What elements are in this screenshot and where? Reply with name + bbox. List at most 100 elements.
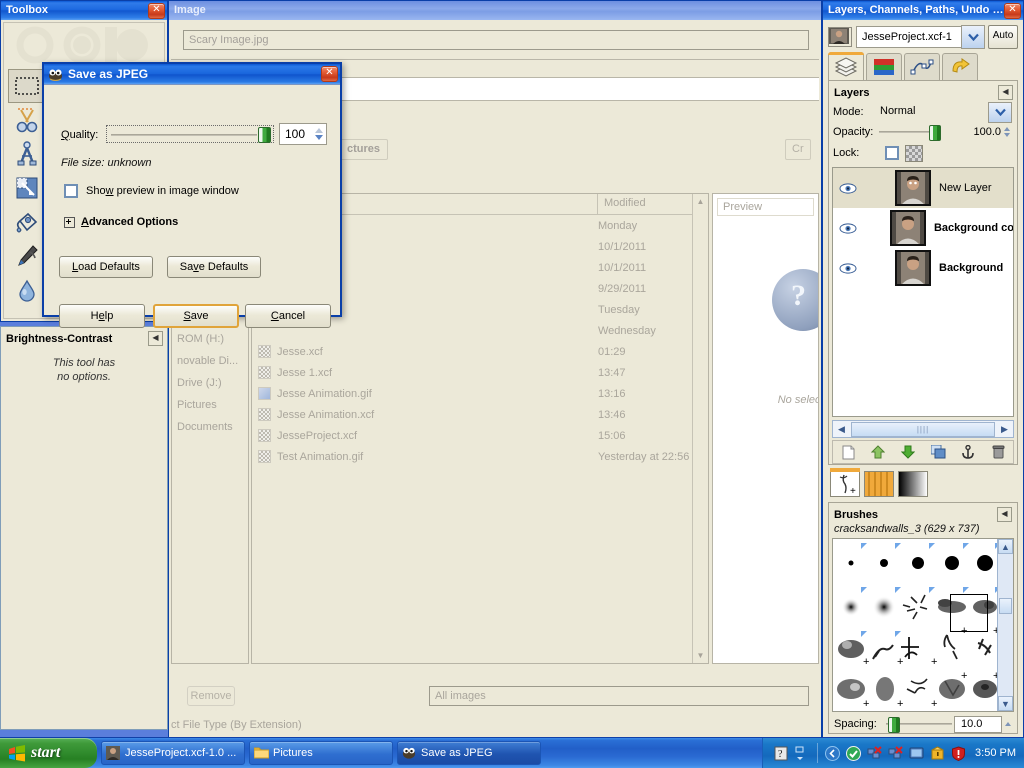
tray-expander-icon[interactable] <box>795 746 810 761</box>
chevron-down-icon[interactable] <box>988 101 1012 123</box>
taskbar-item-pictures[interactable]: Pictures <box>249 741 393 765</box>
show-preview-row[interactable]: Show preview in image window <box>64 184 239 198</box>
show-preview-checkbox[interactable] <box>64 184 78 198</box>
spacing-slider[interactable] <box>886 716 954 733</box>
save-as-jpeg-dialog[interactable]: Save as JPEG ✕ Quality: 100 File size: u… <box>42 62 342 328</box>
tab-undo[interactable] <box>942 53 978 80</box>
place-item[interactable]: Drive (J:) <box>172 372 248 394</box>
filename-input[interactable] <box>183 30 809 50</box>
scroll-up-icon[interactable]: ▲ <box>693 194 708 209</box>
measure-tool[interactable] <box>8 137 46 171</box>
taskbar-item-gimp-image[interactable]: JesseProject.xcf-1.0 ... <box>101 741 245 765</box>
table-row[interactable]: Test Animation.gif Yesterday at 22:56 <box>252 446 708 467</box>
scroll-right-icon[interactable]: ▶ <box>996 422 1013 436</box>
dock-menu-icon[interactable]: ◀ <box>997 507 1012 522</box>
network-disconnected-icon-2[interactable] <box>888 745 903 761</box>
advanced-options-expander[interactable]: Advanced Options <box>64 216 178 228</box>
security-alert-icon[interactable] <box>951 745 966 761</box>
table-row[interactable]: Jesse Animation.gif 13:16 <box>252 383 708 404</box>
expander-plus-icon[interactable] <box>64 216 75 228</box>
rect-select-tool[interactable] <box>8 69 46 103</box>
layer-list-hscrollbar[interactable]: ◀ |||| ▶ <box>832 420 1014 438</box>
layer-row[interactable]: Background <box>833 248 1013 288</box>
layers-dock-titlebar[interactable]: Layers, Channels, Paths, Undo -... ✕ <box>823 1 1023 20</box>
place-item[interactable]: novable Di... <box>172 350 248 372</box>
jpeg-dialog-titlebar[interactable]: Save as JPEG ✕ <box>44 64 340 84</box>
place-item[interactable]: ROM (H:) <box>172 328 248 350</box>
quality-spinner[interactable] <box>312 124 326 144</box>
load-defaults-button[interactable]: Load Defaults <box>59 256 153 278</box>
table-row[interactable]: Jesse 1.xcf 13:47 <box>252 362 708 383</box>
dock-menu-icon[interactable]: ◀ <box>998 85 1013 100</box>
spacing-value[interactable]: 10.0 <box>954 715 1002 733</box>
close-icon[interactable]: ✕ <box>148 2 165 19</box>
anchor-layer-button[interactable] <box>953 444 983 460</box>
brush-scroll-thumb[interactable] <box>999 598 1012 614</box>
quality-value[interactable]: 100 <box>280 124 312 144</box>
close-icon[interactable]: ✕ <box>1004 2 1021 19</box>
mode-combobox[interactable]: Normal <box>879 101 1013 124</box>
select-file-type-expander[interactable]: ct File Type (By Extension) <box>171 719 302 731</box>
place-item[interactable]: Pictures <box>172 394 248 416</box>
show-hidden-icons-icon[interactable] <box>825 745 841 761</box>
close-icon[interactable]: ✕ <box>321 66 338 82</box>
eye-icon[interactable] <box>835 222 861 234</box>
layer-row[interactable]: Background copy <box>833 208 1013 248</box>
remove-button[interactable]: Remove <box>187 686 235 706</box>
antivirus-icon[interactable] <box>846 745 862 761</box>
table-row[interactable]: JesseProject.xcf 15:06 <box>252 425 708 446</box>
display-icon[interactable] <box>909 746 924 761</box>
layers-dock-window[interactable]: Layers, Channels, Paths, Undo -... ✕ Jes… <box>822 0 1024 742</box>
hscroll-thumb[interactable]: |||| <box>851 421 995 437</box>
scroll-left-icon[interactable]: ◀ <box>833 422 850 436</box>
dock-menu-icon[interactable]: ◀ <box>148 331 163 346</box>
file-dialog-titlebar[interactable]: Image <box>169 1 821 20</box>
help-button[interactable]: Help <box>59 304 145 328</box>
spacing-spinner[interactable] <box>1002 722 1014 726</box>
warning-icon[interactable] <box>930 745 945 761</box>
tab-paths[interactable] <box>904 53 940 80</box>
breadcrumb-pictures[interactable]: ctures <box>339 139 389 160</box>
spinner-up-icon[interactable] <box>315 128 323 133</box>
taskbar-clock[interactable]: 3:50 PM <box>975 747 1016 759</box>
ink-tool[interactable] <box>8 239 46 273</box>
bucket-fill-tool[interactable] <box>8 205 46 239</box>
save-button[interactable]: Save <box>153 304 239 328</box>
eye-icon[interactable] <box>835 262 861 274</box>
opacity-slider-knob[interactable] <box>929 125 941 141</box>
layer-list[interactable]: New Layer Background co Background <box>832 167 1014 417</box>
create-folder-button[interactable]: Cr <box>785 139 811 160</box>
start-button[interactable]: start <box>0 738 97 768</box>
duplicate-layer-button[interactable] <box>923 445 953 459</box>
patterns-pill[interactable] <box>864 471 894 497</box>
table-row[interactable]: Jesse.xcf 01:29 <box>252 341 708 362</box>
brush-grid-scrollbar[interactable]: ▲ ▼ <box>997 539 1013 711</box>
quality-slider[interactable] <box>106 125 274 143</box>
scroll-down-icon[interactable]: ▼ <box>998 696 1013 711</box>
new-layer-button[interactable] <box>833 445 863 460</box>
chevron-down-icon[interactable] <box>961 25 985 49</box>
quality-spinbox[interactable]: 100 <box>279 123 327 145</box>
raise-layer-button[interactable] <box>863 445 893 459</box>
lower-layer-button[interactable] <box>893 445 923 459</box>
scroll-up-icon[interactable]: ▲ <box>998 539 1013 554</box>
tab-channels[interactable] <box>866 53 902 80</box>
cancel-button[interactable]: Cancel <box>245 304 331 328</box>
opacity-slider[interactable] <box>879 124 959 141</box>
opacity-spinner[interactable] <box>1001 127 1013 137</box>
tab-layers[interactable] <box>828 52 864 80</box>
scale-tool[interactable] <box>8 171 46 205</box>
delete-layer-button[interactable] <box>983 445 1013 459</box>
place-item[interactable]: Documents <box>172 416 248 438</box>
layer-row[interactable]: New Layer <box>833 168 1013 208</box>
help-tray-icon[interactable]: ? <box>774 746 789 761</box>
blur-smudge-tool[interactable] <box>8 273 46 307</box>
eye-icon[interactable] <box>835 182 861 194</box>
quality-slider-knob[interactable] <box>258 127 271 143</box>
scissors-select-tool[interactable] <box>8 103 46 137</box>
toolbox-titlebar[interactable]: Toolbox ✕ <box>1 1 167 20</box>
table-row[interactable]: Jesse Animation.xcf 13:46 <box>252 404 708 425</box>
lock-alpha-icon[interactable] <box>905 144 923 162</box>
spacing-slider-knob[interactable] <box>888 717 900 733</box>
auto-button[interactable]: Auto <box>988 25 1018 49</box>
